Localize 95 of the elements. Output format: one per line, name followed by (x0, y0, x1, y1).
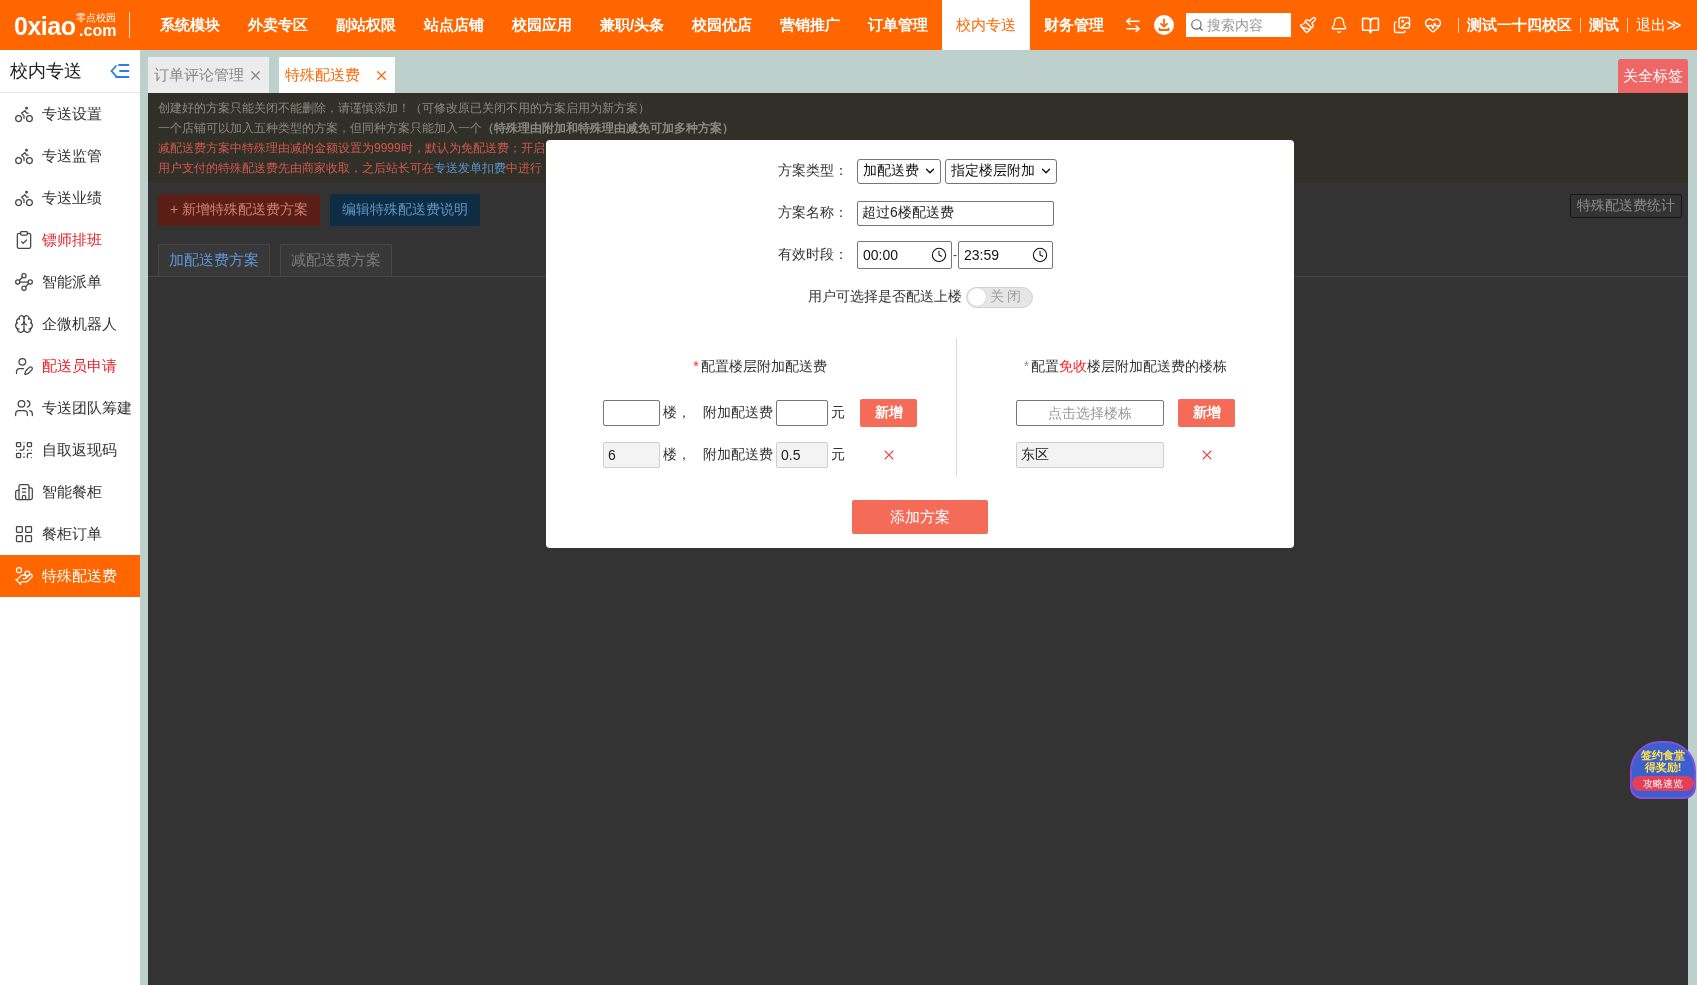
plan-tab[interactable]: 减配送费方案 (280, 244, 392, 276)
close-all-tabs-button[interactable]: 关全标签 (1618, 59, 1688, 93)
promo-text: 得奖励! (1644, 761, 1682, 773)
sidebar-item[interactable]: 专送设置 (0, 93, 140, 135)
add-plan-button[interactable]: 添加方案 (852, 500, 988, 534)
nav-item[interactable]: 财务管理 (1030, 0, 1119, 50)
nav-item[interactable]: 站点店铺 (410, 0, 498, 50)
clock-icon (1032, 247, 1048, 263)
bicycle-icon (14, 146, 34, 166)
logout-link[interactable]: 退出≫ (1636, 15, 1682, 35)
toggle-label: 用户可选择是否配送上楼 (807, 288, 962, 306)
page-tab[interactable]: 订单评论管理 (148, 57, 269, 93)
grid-icon (14, 524, 34, 544)
edit-description-button[interactable]: 编辑特殊配送费说明 (330, 194, 481, 226)
nav-item[interactable]: 营销推广 (766, 0, 855, 50)
download-icon[interactable] (1154, 15, 1175, 35)
section-heading: *配置楼层附加配送费 (693, 357, 827, 376)
nav-item[interactable]: 校内专送 (942, 0, 1031, 50)
select[interactable]: 加配送费 (857, 158, 941, 184)
nav-item[interactable]: 校园应用 (498, 0, 586, 50)
field-label: 方案名称： (778, 204, 848, 222)
start-time-field[interactable]: 00:00 (857, 241, 952, 269)
nav-item[interactable]: 兼职/头条 (586, 0, 679, 50)
sidebar-item[interactable]: 特殊配送费 (0, 555, 140, 597)
field-label: 有效时段： (778, 246, 848, 264)
clock-icon (931, 247, 947, 263)
building-icon (14, 482, 34, 502)
floor-unit: 楼， (663, 446, 691, 464)
notice-text: 用户支付的特殊配送费先由商家收取，之后站长可在专送发单扣费中进行 (158, 160, 542, 177)
field-label: 方案类型： (778, 162, 848, 180)
sidebar-item[interactable]: 配送员申请 (0, 345, 140, 387)
nodes-icon (14, 272, 34, 292)
end-time-field[interactable]: 23:59 (958, 241, 1053, 269)
swap-icon[interactable] (1124, 16, 1143, 34)
nav-item[interactable]: 校园优店 (678, 0, 767, 50)
notice-link[interactable]: 专送发单扣费 (434, 161, 506, 175)
brain-icon (14, 314, 34, 334)
campus-name[interactable]: 测试一十四校区 (1467, 15, 1573, 35)
search-icon (1190, 18, 1205, 32)
sidebar-title: 校内专送 (10, 60, 82, 83)
sidebar-item[interactable]: 智能餐柜 (0, 471, 140, 513)
book-icon[interactable] (1361, 15, 1381, 35)
notice-text: 创建好的方案只能关闭不能删除，请谨慎添加！（可修改原已关闭不用的方案启用为新方案） (158, 100, 650, 117)
select[interactable]: 指定楼层附加 (945, 158, 1057, 184)
sidebar-item[interactable]: 自取返现码 (0, 429, 140, 471)
images-icon[interactable] (1393, 16, 1412, 34)
fee-label: 附加配送费 (703, 446, 773, 464)
page-tab[interactable]: 特殊配送费 (279, 57, 395, 93)
nav-item[interactable]: 订单管理 (854, 0, 943, 50)
heart-pulse-icon[interactable] (1424, 16, 1443, 34)
add-plan-button[interactable]: + 新增特殊配送费方案 (158, 194, 321, 226)
notice-text: 减配送费方案中特殊理由减的金额设置为9999时，默认为免配送费；开启 (158, 140, 545, 157)
nav-item[interactable]: 系统模块 (146, 0, 234, 50)
nav-item[interactable]: 外卖专区 (234, 0, 322, 50)
plan-name-input[interactable]: 超过6楼配送费 (857, 200, 1054, 226)
floor-input[interactable] (603, 400, 660, 426)
floor-unit: 楼， (663, 404, 691, 422)
section-heading: *配置免收楼层附加配送费的楼栋 (1023, 357, 1228, 376)
collapse-menu-icon[interactable] (110, 63, 130, 79)
sidebar-item[interactable]: 餐柜订单 (0, 513, 140, 555)
toggle-switch[interactable]: 关 闭 (965, 286, 1033, 308)
range-separator: - (953, 248, 957, 262)
user-name[interactable]: 测试 (1589, 15, 1620, 35)
add-button[interactable]: 新增 (860, 399, 917, 427)
search-field[interactable]: 搜索内容 (1186, 13, 1292, 37)
users-icon (14, 398, 34, 418)
clipboard-check-icon (14, 230, 34, 250)
brush-icon[interactable] (1299, 16, 1318, 34)
logo-wordmark: 0xiao (14, 14, 76, 38)
fee-input[interactable] (776, 400, 828, 426)
sidebar-item[interactable]: 智能派单 (0, 261, 140, 303)
hand-coins-icon (14, 566, 34, 586)
logo-tagline: 零点校园 (76, 13, 117, 23)
sidebar-item[interactable]: 企微机器人 (0, 303, 140, 345)
currency-unit: 元 (831, 404, 845, 422)
bell-icon[interactable] (1330, 16, 1349, 34)
add-button[interactable]: 新增 (1178, 399, 1235, 427)
currency-unit: 元 (831, 446, 845, 464)
building-input[interactable]: 点击选择楼栋 (1016, 400, 1164, 426)
user-edit-icon (14, 356, 34, 376)
nav-item[interactable]: 副站权限 (322, 0, 410, 50)
bicycle-icon (14, 188, 34, 208)
logo-domain: .com (79, 23, 117, 38)
sidebar-item[interactable]: 专送监管 (0, 135, 140, 177)
plan-tab[interactable]: 加配送费方案 (158, 244, 270, 276)
qr-code-icon (14, 440, 34, 460)
bicycle-icon (14, 104, 34, 124)
sidebar-item[interactable]: 镖师排班 (0, 219, 140, 261)
stats-button[interactable]: 特殊配送费统计 (1570, 194, 1682, 218)
promo-text: 签约食堂 (1641, 749, 1685, 761)
fee-label: 附加配送费 (703, 404, 773, 422)
notice-text: 一个店铺可以加入五种类型的方案，但同种方案只能加入一个（特殊理由附加和特殊理由减免可加多种方案） (158, 120, 734, 137)
sidebar-item[interactable]: 专送团队筹建 (0, 387, 140, 429)
sidebar-item[interactable]: 专送业绩 (0, 177, 140, 219)
promo-link[interactable]: 攻略速览 (1632, 776, 1694, 791)
